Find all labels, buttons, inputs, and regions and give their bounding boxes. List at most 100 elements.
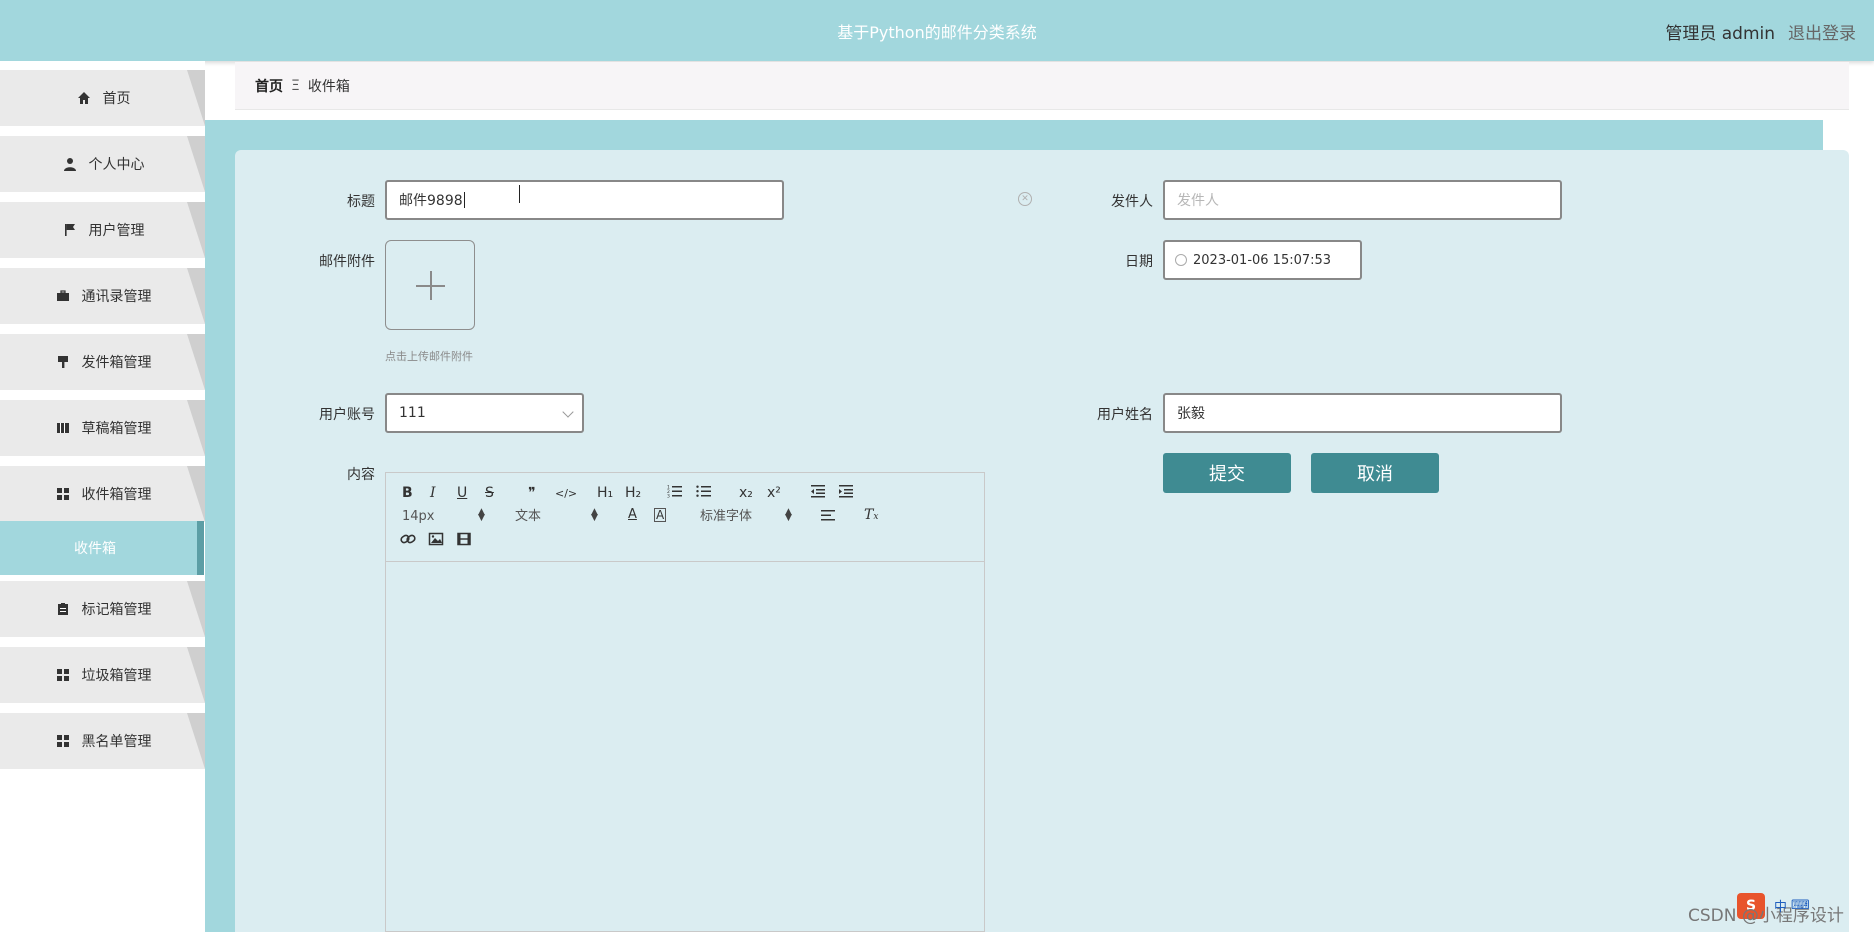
sidebar-item-label: 通讯录管理 bbox=[81, 289, 152, 305]
title-value: 邮件9898 bbox=[399, 193, 463, 209]
clipboard-icon bbox=[54, 601, 72, 617]
ime-toolbar[interactable]: 中 ⌨ bbox=[1774, 895, 1810, 915]
attachment-label: 邮件附件 bbox=[319, 254, 375, 270]
sidebar-item-label: 标记箱管理 bbox=[81, 602, 152, 618]
flag-icon bbox=[61, 222, 79, 238]
sidebar-item-drafts[interactable]: 草稿箱管理 bbox=[0, 400, 205, 456]
grid-icon bbox=[54, 486, 72, 502]
sender-label: 发件人 bbox=[1111, 194, 1153, 210]
cancel-button[interactable]: 取消 bbox=[1311, 453, 1439, 493]
sidebar-item-label: 个人中心 bbox=[88, 157, 145, 173]
bold-button[interactable]: B bbox=[402, 485, 413, 501]
outdent-icon[interactable] bbox=[810, 484, 826, 502]
select-arrows-icon: ▲ ▼ bbox=[785, 507, 792, 523]
mouse-ibeam-cursor bbox=[519, 185, 521, 203]
date-label: 日期 bbox=[1125, 254, 1153, 270]
sidebar-item-outbox[interactable]: 发件箱管理 bbox=[0, 334, 205, 390]
sidebar-item-blacklist[interactable]: 黑名单管理 bbox=[0, 713, 205, 769]
sidebar-item-profile[interactable]: 个人中心 bbox=[0, 136, 205, 192]
block-type-select[interactable]: 文本 bbox=[515, 509, 541, 525]
title-input[interactable]: 邮件9898 bbox=[385, 180, 784, 220]
sidebar-item-label: 草稿箱管理 bbox=[81, 421, 152, 437]
name-label: 用户姓名 bbox=[1097, 407, 1153, 423]
text-caret bbox=[463, 192, 465, 208]
person-icon bbox=[61, 156, 79, 172]
book-icon bbox=[54, 420, 72, 436]
sidebar-item-label: 用户管理 bbox=[88, 223, 145, 239]
background-color-icon[interactable]: A bbox=[654, 508, 667, 522]
attachment-upload-button[interactable] bbox=[385, 240, 475, 330]
editor-toolbar: B I U S ❞ </> H₁ H₂ 123 x₂ x² 14px ▲ ▼ 文本… bbox=[386, 473, 984, 562]
font-color-icon[interactable]: A bbox=[628, 507, 637, 523]
attachment-hint: 点击上传邮件附件 bbox=[385, 350, 473, 363]
svg-text:3: 3 bbox=[667, 494, 670, 499]
indent-icon[interactable] bbox=[838, 484, 854, 502]
title-label: 标题 bbox=[347, 194, 375, 210]
subscript-button[interactable]: x₂ bbox=[739, 485, 753, 501]
sender-input[interactable]: 发件人 bbox=[1163, 180, 1562, 220]
underline-button[interactable]: U bbox=[457, 485, 467, 501]
chevron-down-icon bbox=[562, 406, 574, 418]
keyboard-icon: ⌨ bbox=[1791, 897, 1810, 913]
editor-content-area[interactable] bbox=[386, 563, 984, 931]
bullet-list-icon[interactable] bbox=[696, 484, 712, 502]
select-arrows-icon: ▲ ▼ bbox=[591, 507, 598, 523]
account-label: 用户账号 bbox=[319, 407, 375, 423]
code-block-button[interactable]: </> bbox=[555, 486, 577, 502]
home-icon bbox=[75, 90, 93, 106]
ime-mode-label: 中 bbox=[1774, 899, 1788, 915]
date-picker[interactable]: 2023-01-06 15:07:53 bbox=[1163, 240, 1362, 280]
top-header: 基于Python的邮件分类系统 管理员 admin 退出登录 bbox=[0, 0, 1874, 61]
superscript-button[interactable]: x² bbox=[767, 485, 781, 501]
sidebar-item-label: 收件箱管理 bbox=[81, 487, 152, 503]
font-size-select[interactable]: 14px bbox=[402, 509, 435, 525]
heading2-button[interactable]: H₂ bbox=[625, 485, 641, 501]
sidebar-item-label: 首页 bbox=[102, 91, 131, 107]
clear-icon[interactable]: ✕ bbox=[1018, 192, 1032, 206]
sidebar-item-marked[interactable]: 标记箱管理 bbox=[0, 581, 205, 637]
font-family-select[interactable]: 标准字体 bbox=[700, 509, 752, 525]
sidebar-item-trash[interactable]: 垃圾箱管理 bbox=[0, 647, 205, 703]
sidebar: 首页 个人中心 用户管理 通讯录管理 发件箱管理 草稿箱管理 收件箱管理 收件箱… bbox=[0, 61, 205, 932]
strike-button[interactable]: S bbox=[485, 485, 494, 501]
grid-icon bbox=[54, 733, 72, 749]
breadcrumb-home[interactable]: 首页 bbox=[255, 76, 283, 96]
blockquote-button[interactable]: ❞ bbox=[528, 485, 536, 501]
date-value: 2023-01-06 15:07:53 bbox=[1193, 252, 1332, 268]
content-label: 内容 bbox=[347, 467, 375, 483]
sidebar-item-users[interactable]: 用户管理 bbox=[0, 202, 205, 258]
logout-link[interactable]: 退出登录 bbox=[1788, 19, 1856, 44]
name-input[interactable]: 张毅 bbox=[1163, 393, 1562, 433]
heading1-button[interactable]: H₁ bbox=[597, 485, 613, 501]
italic-button[interactable]: I bbox=[430, 485, 436, 501]
video-icon[interactable] bbox=[456, 532, 472, 550]
sidebar-item-label: 发件箱管理 bbox=[81, 355, 152, 371]
brush-icon bbox=[54, 354, 72, 370]
sidebar-item-inbox[interactable]: 收件箱管理 bbox=[0, 466, 205, 522]
sidebar-subitem-inbox[interactable]: 收件箱 bbox=[0, 521, 204, 575]
submit-button[interactable]: 提交 bbox=[1163, 453, 1291, 493]
briefcase-icon bbox=[54, 288, 72, 304]
sidebar-item-home[interactable]: 首页 bbox=[0, 70, 205, 126]
link-icon[interactable] bbox=[400, 532, 416, 550]
image-icon[interactable] bbox=[428, 532, 444, 550]
grid-icon bbox=[54, 667, 72, 683]
sidebar-item-label: 黑名单管理 bbox=[81, 734, 152, 750]
sidebar-item-contacts[interactable]: 通讯录管理 bbox=[0, 268, 205, 324]
current-user-label: 管理员 admin bbox=[1665, 24, 1775, 44]
align-icon[interactable] bbox=[820, 508, 836, 526]
rich-text-editor: B I U S ❞ </> H₁ H₂ 123 x₂ x² 14px ▲ ▼ 文本… bbox=[385, 472, 985, 932]
clock-icon bbox=[1175, 254, 1187, 266]
sidebar-item-label: 垃圾箱管理 bbox=[81, 668, 152, 684]
breadcrumb: 首页 Ξ 收件箱 bbox=[235, 62, 1849, 110]
clear-format-icon[interactable]: Tx bbox=[864, 507, 878, 525]
account-select[interactable]: 111 bbox=[385, 393, 584, 433]
breadcrumb-current: 收件箱 bbox=[307, 78, 350, 95]
ordered-list-icon[interactable]: 123 bbox=[667, 484, 683, 502]
account-value: 111 bbox=[399, 405, 426, 421]
name-value: 张毅 bbox=[1177, 406, 1205, 422]
select-arrows-icon: ▲ ▼ bbox=[478, 507, 485, 523]
watermark-text: CSDN @小程序设计 bbox=[1688, 906, 1844, 926]
breadcrumb-separator: Ξ bbox=[291, 77, 300, 94]
app-title: 基于Python的邮件分类系统 bbox=[837, 23, 1037, 42]
